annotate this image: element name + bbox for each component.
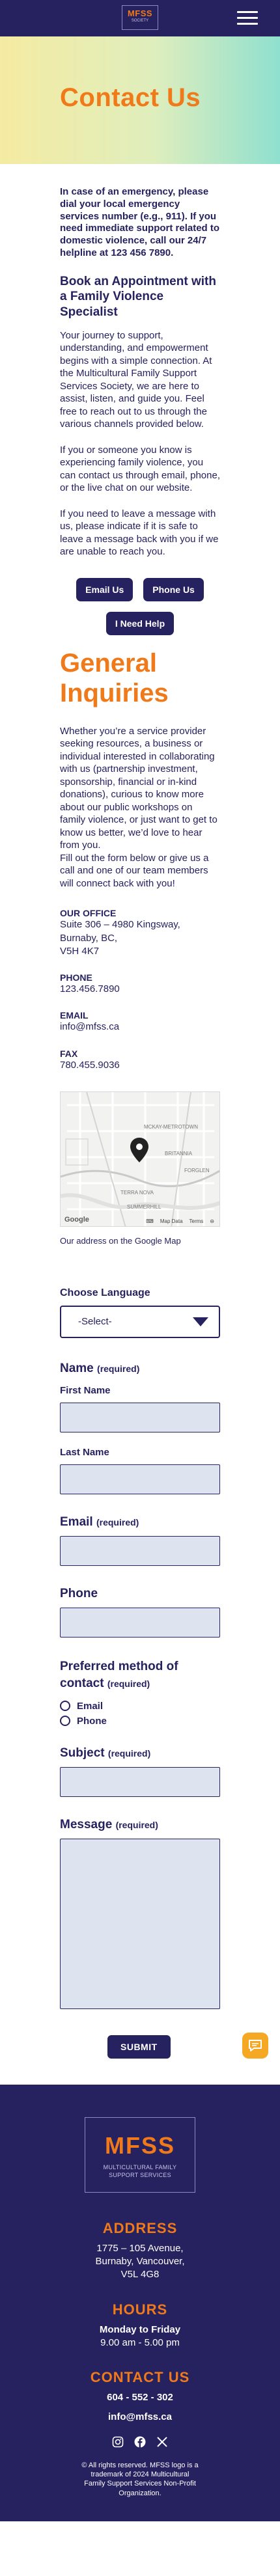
need-help-button[interactable]: I Need Help — [105, 611, 175, 635]
footer-hours-days: Monday to Friday — [99, 2323, 181, 2335]
last-name-input[interactable] — [60, 1464, 220, 1494]
general-inquiries-heading-line-2: Inquiries — [60, 678, 169, 707]
office-line-3: V5H 4K7 — [60, 945, 100, 957]
footer-address-heading: ADDRESS — [102, 2219, 178, 2236]
general-inquiries-text: Whether you’re a service provider seekin… — [60, 725, 217, 851]
map-label-terra-nova: TERRA NOVA — [120, 1189, 154, 1196]
name-label: Name (required) — [60, 1361, 140, 1375]
email-value[interactable]: info@mfss.ca — [60, 1021, 220, 1034]
contact-form: Choose Language -Select- Name (required)… — [60, 1287, 268, 2059]
phone-input[interactable] — [60, 1607, 220, 1637]
email-us-button[interactable]: Email Us — [76, 577, 133, 601]
map-pin-icon[interactable] — [130, 1137, 148, 1162]
radio-email[interactable]: Email — [60, 1701, 220, 1712]
copyright-text: © All rights reserved. MFSS logo is a tr… — [81, 2461, 199, 2497]
main-content: In case of an emergency, please dial you… — [0, 186, 280, 2059]
map-label-forglen: FORGLEN — [184, 1167, 210, 1173]
radio-phone-label: Phone — [77, 1715, 107, 1727]
header-logo-subtitle: SOCIETY — [131, 19, 149, 23]
subject-group: Subject (required) — [60, 1746, 220, 1797]
phone-field-label: Phone — [60, 1586, 98, 1600]
radio-phone-circle[interactable] — [60, 1716, 70, 1727]
chat-button[interactable] — [242, 2032, 268, 2059]
footer-contact-email[interactable]: info@mfss.ca — [0, 2411, 280, 2424]
chat-icon — [249, 2039, 262, 2051]
map-label-britannia: BRITANNIA — [165, 1150, 193, 1157]
map-footer-bar: ⌨ Map Data Terms ⊖ — [61, 1217, 219, 1226]
first-name-input[interactable] — [60, 1402, 220, 1432]
footer-address-line-2: Burnaby, Vancouver, — [95, 2256, 185, 2268]
first-name-label: First Name — [60, 1384, 111, 1396]
appointment-text-1: Your journey to support, understanding, … — [60, 329, 212, 430]
submit-button[interactable]: SUBMIT — [107, 2035, 171, 2059]
general-inquiries-heading-line-1: General — [60, 648, 157, 678]
map-label-metrotown: MCKAY-METROTOWN — [144, 1123, 198, 1130]
fax-label: FAX — [60, 1048, 78, 1059]
email-label: EMAIL — [60, 1010, 89, 1021]
footer-address-line-1: 1775 – 105 Avenue, — [96, 2242, 184, 2254]
general-inquiries-heading: General Inquiries — [60, 648, 220, 708]
footer-contact-heading: CONTACT US — [90, 2369, 190, 2386]
header-logo[interactable]: MFSS SOCIETY — [122, 5, 158, 30]
x-twitter-icon[interactable] — [156, 2436, 168, 2448]
preferred-contact-label: Preferred method of contact (required) — [60, 1659, 178, 1691]
terms-link[interactable]: Terms — [189, 1218, 204, 1224]
radio-email-circle[interactable] — [60, 1701, 70, 1712]
footer-address-line-3: V5L 4G8 — [120, 2269, 160, 2281]
phone-label: PHONE — [60, 972, 92, 983]
footer-logo-title: MFSS — [104, 2131, 175, 2159]
preferred-contact-group: Preferred method of contact (required) E… — [60, 1658, 220, 1727]
phone-group: Phone — [60, 1587, 220, 1637]
appointment-text-3: If you need to leave a message with us, … — [60, 508, 219, 558]
report-icon[interactable]: ⊖ — [210, 1218, 214, 1224]
emergency-notice: In case of an emergency, please dial you… — [60, 186, 220, 258]
message-label: Message (required) — [60, 1817, 158, 1831]
map-caption: Our address on the Google Map — [60, 1235, 181, 1246]
last-name-label: Last Name — [60, 1446, 109, 1458]
language-select[interactable]: -Select- — [60, 1305, 220, 1338]
office-label: OUR OFFICE — [60, 908, 117, 919]
radio-email-label: Email — [77, 1700, 104, 1712]
map-label-summerhill: SUMMERHILL — [127, 1203, 161, 1210]
footer-contact-phone[interactable]: 604 - 552 - 302 — [0, 2391, 280, 2404]
subject-input[interactable] — [60, 1766, 220, 1797]
contact-buttons: Email Us Phone Us — [60, 577, 220, 601]
header-logo-title: MFSS — [127, 8, 153, 18]
hamburger-menu-icon[interactable] — [237, 11, 258, 25]
map-data-link[interactable]: Map Data — [160, 1218, 183, 1224]
footer-logo-sub-1: MULTICULTURAL FAMILY — [103, 2163, 177, 2171]
footer-hours-time: 9.00 am - 5.00 pm — [100, 2336, 180, 2348]
name-group: Name (required) First Name Last Name — [60, 1362, 220, 1494]
page-title: Contact Us — [60, 83, 201, 112]
keyboard-icon[interactable]: ⌨ — [146, 1218, 154, 1224]
language-label: Choose Language — [60, 1287, 150, 1298]
hero-banner: Contact Us — [0, 36, 280, 164]
footer-logo[interactable]: MFSS MULTICULTURAL FAMILY SUPPORT SERVIC… — [85, 2117, 195, 2193]
footer: MFSS MULTICULTURAL FAMILY SUPPORT SERVIC… — [0, 2084, 280, 2521]
subject-label: Subject (required) — [60, 1746, 151, 1760]
instagram-icon[interactable] — [112, 2436, 124, 2448]
language-select-value: -Select- — [78, 1316, 112, 1328]
top-bar: MFSS SOCIETY — [0, 0, 280, 36]
appointment-text-2: If you or someone you know is experienci… — [60, 444, 220, 494]
message-group: Message (required) — [60, 1818, 220, 2009]
facebook-icon[interactable] — [134, 2436, 146, 2448]
office-line-2: Burnaby, BC, — [60, 932, 118, 944]
phone-us-button[interactable]: Phone Us — [143, 577, 204, 601]
social-links — [0, 2436, 280, 2448]
appointment-heading: Book an Appointment with a Family Violen… — [60, 274, 216, 320]
dropdown-arrow-icon — [193, 1317, 208, 1326]
email-group: Email (required) — [60, 1515, 220, 1566]
email-field-label: Email (required) — [60, 1514, 139, 1529]
radio-phone[interactable]: Phone — [60, 1716, 220, 1727]
footer-logo-sub-2: SUPPORT SERVICES — [109, 2172, 171, 2179]
google-map[interactable]: MCKAY-METROTOWN BRITANNIA FORGLEN TERRA … — [60, 1091, 220, 1227]
office-line-1: Suite 306 – 4980 Kingsway, — [60, 919, 180, 931]
fax-value: 780.455.9036 — [60, 1059, 120, 1071]
phone-value[interactable]: 123.456.7890 — [60, 983, 220, 996]
message-textarea[interactable] — [60, 1838, 220, 2009]
footer-hours-heading: HOURS — [112, 2301, 168, 2318]
general-inquiries-cta: Fill out the form below or give us a cal… — [60, 852, 209, 889]
email-input[interactable] — [60, 1535, 220, 1566]
